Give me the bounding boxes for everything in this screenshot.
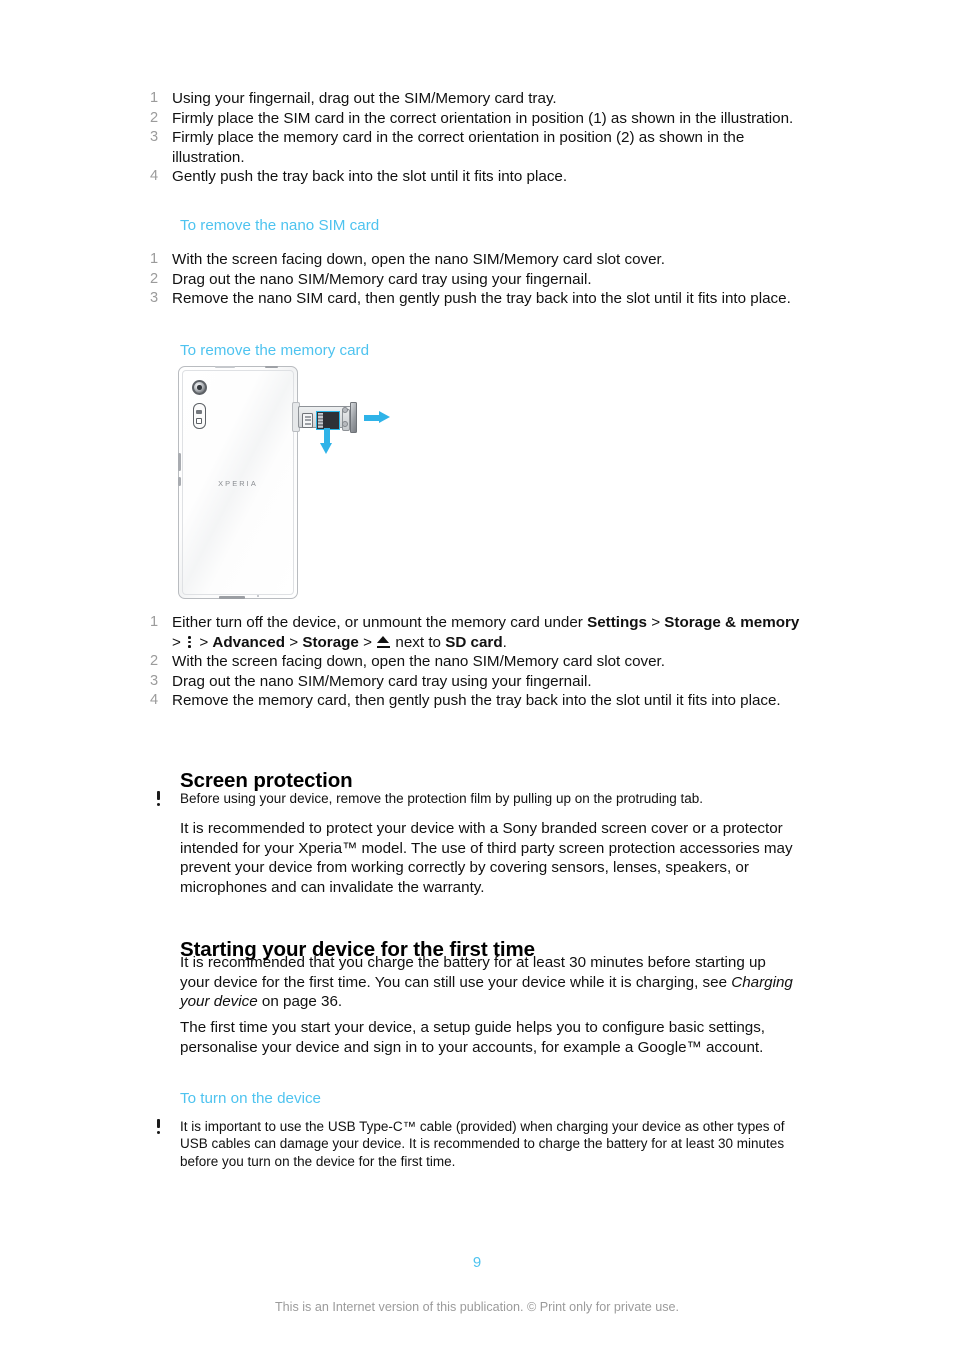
ui-path-advanced: Advanced bbox=[212, 633, 285, 651]
path-separator: > bbox=[358, 633, 377, 651]
list-text: With the screen facing down, open the na… bbox=[172, 653, 665, 671]
list-text: Firmly place the SIM card in the correct… bbox=[172, 109, 794, 127]
note-screen-protection: Before using your device, remove the pro… bbox=[150, 790, 798, 808]
list-item: 4 Remove the memory card, then gently pu… bbox=[150, 691, 810, 711]
list-number: 1 bbox=[150, 90, 159, 106]
speaker-grille-icon bbox=[219, 596, 245, 599]
top-antenna-line-icon bbox=[215, 366, 235, 369]
arrow-right-icon bbox=[364, 411, 391, 424]
path-separator: > bbox=[172, 633, 186, 651]
list-number: 4 bbox=[150, 168, 159, 185]
paragraph-charging-recommendation: It is recommended that you charge the ba… bbox=[180, 953, 798, 1012]
tray-nub bbox=[342, 407, 348, 413]
subheading-remove-nano-sim: To remove the nano SIM card bbox=[180, 217, 380, 234]
list-number: 2 bbox=[150, 653, 159, 670]
ui-path-settings: Settings bbox=[587, 614, 647, 631]
path-separator: > bbox=[646, 614, 665, 631]
list-number: 1 bbox=[150, 614, 159, 630]
step-text-part: next to bbox=[391, 633, 446, 651]
list-number: 4 bbox=[150, 692, 159, 709]
flash-sensor-module-icon bbox=[193, 403, 206, 429]
list-text: Drag out the nano SIM/Memory card tray u… bbox=[172, 672, 592, 690]
ui-path-storage-memory: Storage & memory bbox=[664, 614, 800, 631]
subheading-remove-memory-card: To remove the memory card bbox=[180, 342, 370, 359]
overflow-menu-icon bbox=[186, 636, 194, 649]
ui-path-sd-card: SD card bbox=[445, 633, 503, 651]
list-item: 3 Drag out the nano SIM/Memory card tray… bbox=[150, 672, 810, 692]
memory-card-highlight-icon bbox=[316, 410, 340, 430]
list-text: With the screen facing down, open the na… bbox=[172, 251, 665, 268]
list-item: 2 Drag out the nano SIM/Memory card tray… bbox=[150, 270, 810, 290]
volume-button-icon bbox=[177, 477, 181, 486]
subheading-turn-on-device: To turn on the device bbox=[180, 1090, 321, 1107]
list-text: Either turn off the device, or unmount t… bbox=[172, 613, 810, 652]
microphone-icon bbox=[257, 595, 260, 598]
list-number: 2 bbox=[150, 109, 159, 126]
list-text: Gently push the tray back into the slot … bbox=[172, 168, 568, 186]
camera-lens-icon bbox=[192, 380, 207, 395]
phone-tray-illustration: XPERIA bbox=[177, 365, 393, 601]
list-text: Drag out the nano SIM/Memory card tray u… bbox=[172, 270, 592, 288]
list-number: 1 bbox=[150, 251, 159, 267]
list-item: 4 Gently push the tray back into the slo… bbox=[150, 167, 810, 187]
list-item: 3 Remove the nano SIM card, then gently … bbox=[150, 289, 810, 309]
list-item: 1 With the screen facing down, open the … bbox=[150, 250, 810, 270]
note-text: Before using your device, remove the pro… bbox=[180, 791, 704, 806]
list-number: 2 bbox=[150, 270, 159, 287]
paragraph-screen-protection: It is recommended to protect your device… bbox=[180, 820, 793, 896]
path-separator: > bbox=[195, 633, 213, 651]
step-text-part: Either turn off the device, or unmount t… bbox=[172, 614, 588, 631]
paragraph-setup-guide: The first time you start your device, a … bbox=[180, 1019, 766, 1056]
list-number: 3 bbox=[150, 290, 159, 307]
remove-memory-card-steps-list: 1 Either turn off the device, or unmount… bbox=[150, 613, 810, 711]
nano-sim-card-icon bbox=[302, 412, 313, 428]
note-usb-type-c: It is important to use the USB Type-C™ c… bbox=[150, 1118, 798, 1170]
paragraph-part: It is recommended that you charge the ba… bbox=[180, 954, 766, 991]
list-text: Remove the memory card, then gently push… bbox=[172, 692, 781, 710]
exclamation-icon bbox=[150, 1118, 180, 1136]
power-button-icon bbox=[177, 453, 181, 471]
path-separator: > bbox=[285, 633, 303, 651]
footer-copyright-note: This is an Internet version of this publ… bbox=[274, 1300, 680, 1314]
list-text: Using your fingernail, drag out the SIM/… bbox=[172, 90, 557, 107]
list-text: Firmly place the memory card in the corr… bbox=[172, 129, 745, 166]
note-text: It is important to use the USB Type-C™ c… bbox=[180, 1119, 785, 1169]
remove-nano-sim-steps-list: 1 With the screen facing down, open the … bbox=[150, 250, 810, 309]
tray-pull-tab bbox=[350, 402, 357, 433]
exclamation-icon bbox=[150, 790, 180, 808]
list-number: 3 bbox=[150, 129, 159, 146]
sim-memory-card-tray-graphic bbox=[298, 402, 360, 433]
list-text: Remove the nano SIM card, then gently pu… bbox=[172, 290, 791, 308]
insert-card-steps-list: 1 Using your fingernail, drag out the SI… bbox=[150, 89, 810, 187]
list-number: 3 bbox=[150, 672, 159, 689]
top-port-icon bbox=[265, 365, 278, 369]
tray-nub bbox=[342, 421, 348, 427]
xperia-brand-text: XPERIA bbox=[218, 479, 258, 488]
list-item: 1 Using your fingernail, drag out the SI… bbox=[150, 89, 810, 109]
list-item: 1 Either turn off the device, or unmount… bbox=[150, 613, 810, 652]
paragraph-part: on page 36. bbox=[257, 993, 343, 1011]
ui-path-storage: Storage bbox=[302, 633, 359, 651]
list-item: 2 Firmly place the SIM card in the corre… bbox=[150, 109, 810, 129]
phone-back-graphic: XPERIA bbox=[177, 365, 298, 599]
page-number: 9 bbox=[472, 1254, 482, 1271]
eject-icon bbox=[377, 635, 391, 648]
step-text-end: . bbox=[502, 633, 507, 651]
document-page: 1 Using your fingernail, drag out the SI… bbox=[0, 0, 954, 1350]
list-item: 2 With the screen facing down, open the … bbox=[150, 652, 810, 672]
arrow-down-icon bbox=[320, 428, 333, 455]
list-item: 3 Firmly place the memory card in the co… bbox=[150, 128, 810, 167]
